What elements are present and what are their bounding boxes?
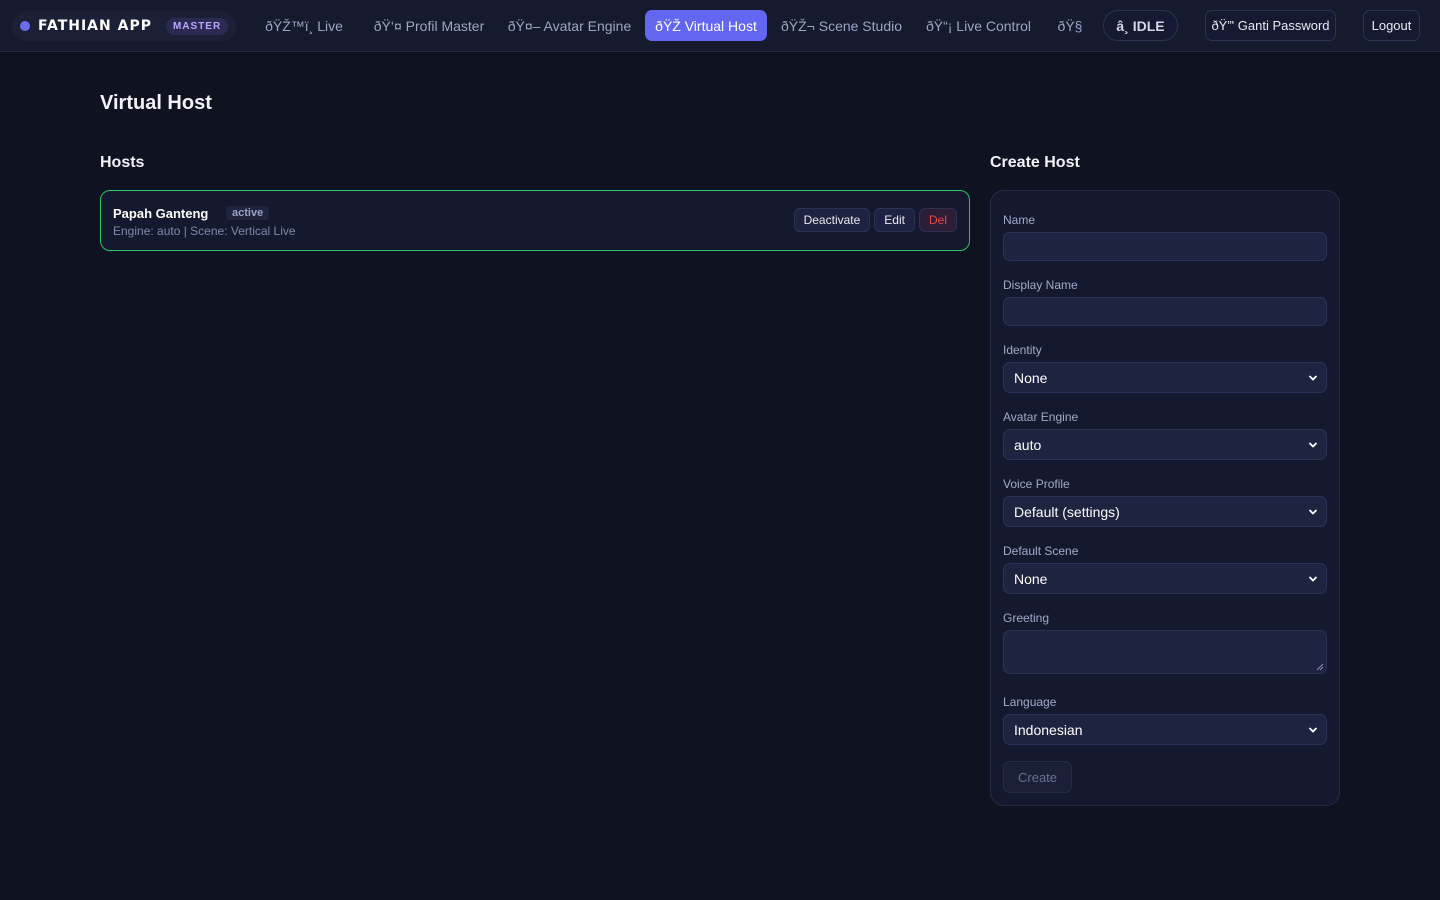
- resize-handle-icon[interactable]: [1316, 663, 1324, 671]
- host-name: Papah Ganteng: [113, 206, 209, 221]
- status-pill-label: â¸ IDLE: [1116, 17, 1165, 34]
- greeting-textarea[interactable]: [1003, 630, 1327, 674]
- display-name-input[interactable]: [1003, 297, 1327, 326]
- voice-profile-label: Voice Profile: [1003, 477, 1070, 491]
- change-password-button[interactable]: ðŸ”' Ganti Password: [1205, 10, 1336, 41]
- voice-profile-select-value: Default (settings): [1014, 503, 1120, 520]
- identity-label: Identity: [1003, 343, 1042, 357]
- name-label: Name: [1003, 213, 1036, 227]
- brand-dot-icon: [20, 21, 30, 31]
- nav-tab-virtual-host[interactable]: ðŸŽ Virtual Host: [645, 10, 767, 41]
- hosts-section-title: Hosts: [100, 154, 145, 171]
- display-name-label: Display Name: [1003, 278, 1078, 292]
- nav-tab-label: ðŸ‘¤ Profil Master: [373, 17, 485, 34]
- nav-tab-more[interactable]: ðŸ§: [1050, 10, 1090, 41]
- default-scene-label: Default Scene: [1003, 544, 1079, 558]
- host-meta: Engine: auto | Scene: Vertical Live: [113, 224, 296, 238]
- nav-tab-scene-studio[interactable]: ðŸŽ¬ Scene Studio: [776, 10, 907, 41]
- identity-select[interactable]: None: [1003, 362, 1327, 393]
- create-button[interactable]: Create: [1003, 761, 1073, 793]
- host-status-badge: active: [226, 206, 270, 220]
- nav-tab-label: ðŸŽ™ï¸ Live: [265, 17, 343, 34]
- avatar-engine-select-value: auto: [1014, 436, 1042, 453]
- greeting-label: Greeting: [1003, 611, 1050, 625]
- avatar-engine-label: Avatar Engine: [1003, 410, 1079, 424]
- deactivate-button[interactable]: Deactivate: [793, 208, 871, 232]
- nav-tab-label: ðŸŽ Virtual Host: [655, 17, 757, 34]
- nav-tab-label: ðŸŽ¬ Scene Studio: [780, 17, 903, 34]
- chevron-down-icon: [1308, 726, 1318, 733]
- nav-tab-avatar-engine[interactable]: ðŸ¤– Avatar Engine: [503, 10, 636, 41]
- chevron-down-icon: [1308, 441, 1318, 448]
- status-pill: â¸ IDLE: [1103, 10, 1178, 41]
- role-badge: MASTER: [165, 17, 229, 35]
- top-nav: FATHIAN APP MASTER ðŸŽ™ï¸ Live ðŸ‘¤ Prof…: [0, 0, 1440, 52]
- avatar-engine-select[interactable]: auto: [1003, 429, 1327, 460]
- delete-button[interactable]: Del: [918, 208, 957, 232]
- change-password-label: ðŸ”' Ganti Password: [1211, 18, 1330, 33]
- voice-profile-select[interactable]: Default (settings): [1003, 496, 1327, 527]
- create-host-section-title: Create Host: [990, 154, 1080, 171]
- chevron-down-icon: [1308, 508, 1318, 515]
- language-select-value: Indonesian: [1014, 721, 1083, 738]
- app-name: FATHIAN APP: [38, 18, 152, 34]
- default-scene-select-value: None: [1014, 570, 1048, 587]
- host-actions: Deactivate Edit Del: [793, 208, 957, 232]
- chevron-down-icon: [1308, 374, 1318, 381]
- language-select[interactable]: Indonesian: [1003, 714, 1327, 745]
- name-input[interactable]: [1003, 232, 1327, 261]
- nav-tab-live-control[interactable]: ðŸ“¡ Live Control: [920, 10, 1037, 41]
- create-host-form: Name Display Name Identity None Avatar E…: [990, 190, 1340, 806]
- nav-tab-label: ðŸ¤– Avatar Engine: [507, 17, 632, 34]
- logout-button[interactable]: Logout: [1363, 10, 1420, 41]
- nav-tab-label: ðŸ“¡ Live Control: [925, 17, 1032, 34]
- identity-select-value: None: [1014, 369, 1048, 386]
- default-scene-select[interactable]: None: [1003, 563, 1327, 594]
- nav-tab-live[interactable]: ðŸŽ™ï¸ Live: [254, 10, 354, 41]
- nav-tab-profil-master[interactable]: ðŸ‘¤ Profil Master: [368, 10, 490, 41]
- edit-button[interactable]: Edit: [874, 208, 915, 232]
- host-card: Papah Ganteng active Engine: auto | Scen…: [100, 190, 970, 251]
- logout-label: Logout: [1371, 18, 1412, 33]
- page-title: Virtual Host: [100, 92, 212, 114]
- brand: FATHIAN APP MASTER: [12, 11, 237, 41]
- language-label: Language: [1003, 695, 1057, 709]
- nav-tab-label: ðŸ§: [1057, 17, 1083, 34]
- create-button-label: Create: [1018, 769, 1058, 785]
- chevron-down-icon: [1308, 575, 1318, 582]
